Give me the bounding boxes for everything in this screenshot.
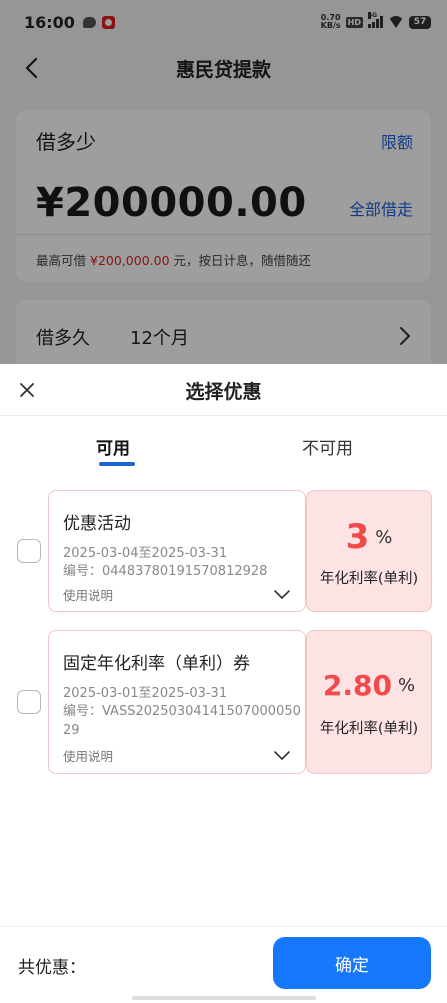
coupon-card[interactable]: 优惠活动 2025-03-04至2025-03-31 编号：0448378019… (0, 490, 447, 612)
coupon-rate: 3 (345, 517, 370, 557)
rate-unit: % (397, 675, 416, 696)
chevron-down-icon[interactable] (273, 589, 291, 601)
sheet-footer: 共优惠： 确定 (0, 926, 447, 1003)
coupon-checkbox[interactable] (17, 690, 41, 714)
coupon-name: 固定年化利率（单利）券 (63, 654, 250, 674)
coupon-code: 编号：04483780191570812928 (63, 564, 268, 579)
chevron-down-icon[interactable] (273, 750, 291, 762)
coupon-usage-link[interactable]: 使用说明 (63, 585, 113, 604)
coupon-usage-link[interactable]: 使用说明 (63, 746, 113, 765)
sheet-title: 选择优惠 (185, 381, 262, 403)
coupon-dates: 2025-03-04至2025-03-31 (63, 546, 228, 561)
coupon-details: 优惠活动 2025-03-04至2025-03-31 编号：0448378019… (48, 490, 306, 612)
coupon-checkbox[interactable] (17, 539, 41, 563)
coupon-name: 优惠活动 (63, 514, 131, 534)
confirm-button[interactable]: 确定 (273, 937, 431, 989)
tab-available[interactable]: 可用 (96, 434, 130, 459)
coupon-card[interactable]: 固定年化利率（单利）券 2025-03-01至2025-03-31 编号：VAS… (0, 630, 447, 774)
rate-label: 年化利率(单利) (319, 571, 419, 587)
loan-withdraw-page: 16:00 0.70 KB/s HD 5G 57 惠民贷提款 借多少 限额 ¥2… (0, 0, 447, 1003)
coupon-dates: 2025-03-01至2025-03-31 (63, 686, 228, 701)
coupon-rate-panel: 3% 年化利率(单利) (306, 490, 432, 612)
coupon-code: 编号：VASS2025030414150700005029 (63, 704, 301, 738)
rate-label: 年化利率(单利) (319, 721, 419, 737)
active-tab-indicator (99, 462, 135, 466)
sheet-header: 选择优惠 (0, 364, 447, 416)
coupon-rate-panel: 2.80% 年化利率(单利) (306, 630, 432, 774)
tab-unavailable[interactable]: 不可用 (302, 434, 353, 459)
coupon-details: 固定年化利率（单利）券 2025-03-01至2025-03-31 编号：VAS… (48, 630, 306, 774)
coupon-tabs: 可用 不可用 (0, 424, 447, 474)
coupon-sheet: 选择优惠 可用 不可用 优惠活动 2025-03-04至2025-03-31 编… (0, 364, 447, 1003)
home-indicator[interactable] (132, 996, 316, 1000)
coupon-rate: 2.80 (322, 669, 392, 702)
rate-unit: % (375, 526, 393, 548)
total-discount-label: 共优惠： (18, 958, 86, 978)
